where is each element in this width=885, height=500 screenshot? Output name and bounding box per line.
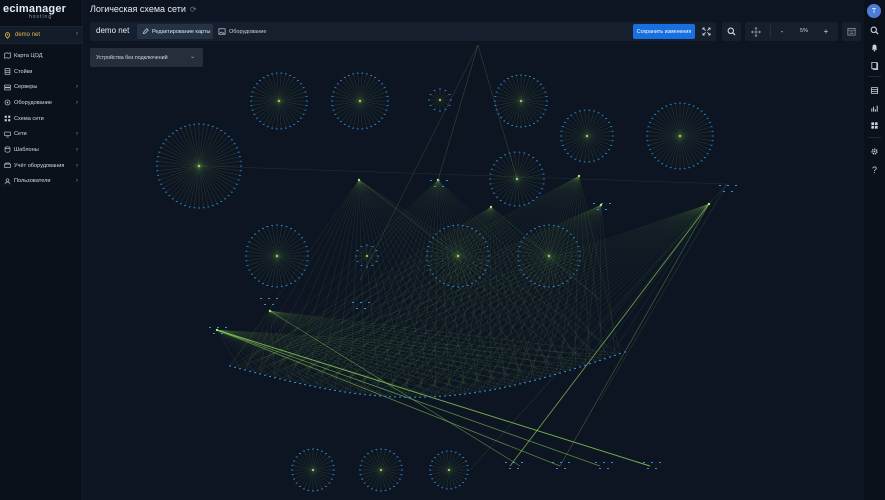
sidebar-item-label: Сети bbox=[14, 131, 27, 138]
sidebar-item-label: Оборудование bbox=[14, 99, 53, 106]
bell-icon[interactable] bbox=[869, 42, 880, 53]
network-links bbox=[157, 44, 728, 491]
book-icon[interactable] bbox=[869, 60, 880, 71]
right-toolbar: T ? bbox=[864, 0, 885, 500]
site-selector-label: demo net bbox=[15, 32, 41, 38]
networks-icon bbox=[3, 130, 11, 138]
chart-icon[interactable] bbox=[869, 103, 880, 114]
equipment-icon bbox=[3, 99, 11, 107]
unlinked-devices-label: Устройства без подключений bbox=[96, 54, 168, 61]
grid-icon[interactable] bbox=[869, 120, 880, 131]
templates-icon bbox=[3, 146, 11, 154]
sidebar-item-equipment[interactable]: Оборудование › bbox=[0, 95, 82, 111]
divider bbox=[868, 137, 881, 138]
brand-logo[interactable]: ecimanager hosting bbox=[3, 3, 79, 21]
divider bbox=[868, 76, 881, 77]
sidebar-item-label: Учёт оборудования bbox=[14, 162, 65, 169]
user-avatar[interactable]: T bbox=[867, 4, 881, 18]
sidebar-item-network-scheme[interactable]: Схема сети bbox=[0, 111, 82, 127]
brand-logo-subtext: hosting bbox=[29, 14, 53, 20]
sidebar-item-label: Карта ЦОД bbox=[14, 52, 43, 59]
inventory-icon bbox=[3, 162, 11, 170]
chevron-right-icon: › bbox=[76, 31, 78, 37]
sidebar-nav: Карта ЦОД Стойки Серверы › Оборудование › Схем… bbox=[0, 48, 82, 189]
chevron-right-icon: › bbox=[76, 131, 78, 138]
sidebar-item-templates[interactable]: Шаблоны › bbox=[0, 142, 82, 158]
site-selector[interactable]: demo net › bbox=[0, 26, 82, 44]
sidebar-item-label: Стойки bbox=[14, 68, 33, 75]
sidebar-item-label: Пользователи bbox=[14, 178, 51, 185]
sidebar-item-label: Серверы bbox=[14, 84, 38, 91]
sidebar-item-users[interactable]: Пользователи › bbox=[0, 174, 82, 190]
server-icon bbox=[3, 83, 11, 91]
chevron-right-icon: › bbox=[76, 99, 78, 106]
sidebar-item-label: Схема сети bbox=[14, 115, 44, 122]
rack-icon bbox=[3, 68, 11, 76]
sidebar-item-label: Шаблоны bbox=[14, 146, 39, 153]
database-icon[interactable] bbox=[869, 85, 880, 96]
sidebar-item-networks[interactable]: Сети › bbox=[0, 126, 82, 142]
chevron-down-icon: ⌄ bbox=[189, 54, 195, 60]
sidebar-item-inventory[interactable]: Учёт оборудования › bbox=[0, 158, 82, 174]
chevron-right-icon: › bbox=[76, 162, 78, 169]
sidebar: ecimanager hosting demo net › Карта ЦОД С… bbox=[0, 0, 83, 500]
chevron-right-icon: › bbox=[76, 178, 78, 185]
network-scheme-icon bbox=[3, 115, 11, 123]
unlinked-devices-dropdown[interactable]: Устройства без подключений ⌄ bbox=[90, 48, 203, 67]
search-icon[interactable] bbox=[869, 25, 880, 36]
sidebar-item-map[interactable]: Карта ЦОД bbox=[0, 48, 82, 64]
sidebar-item-rack[interactable]: Стойки bbox=[0, 64, 82, 80]
sidebar-item-server[interactable]: Серверы › bbox=[0, 79, 82, 95]
help-icon[interactable]: ? bbox=[869, 164, 880, 175]
location-pin-icon bbox=[4, 31, 11, 39]
users-icon bbox=[3, 177, 11, 185]
chevron-right-icon: › bbox=[76, 146, 78, 153]
network-map-canvas[interactable] bbox=[82, 0, 864, 500]
chevron-right-icon: › bbox=[76, 84, 78, 91]
gear-icon[interactable] bbox=[869, 146, 880, 157]
map-icon bbox=[3, 52, 11, 60]
